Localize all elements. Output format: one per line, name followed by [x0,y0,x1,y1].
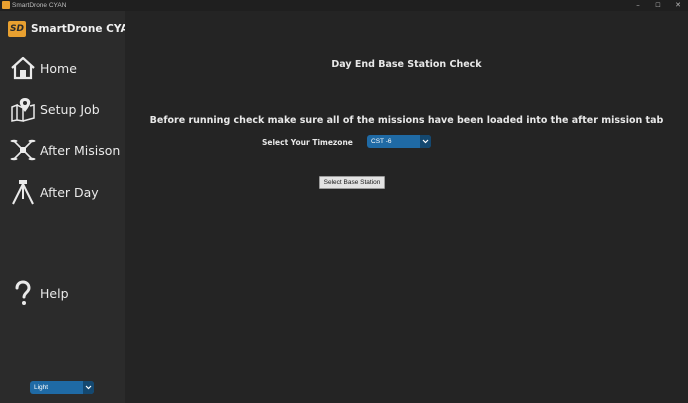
window-titlebar: SmartDrone CYAN – ☐ ✕ [0,0,688,11]
timezone-label: Select Your Timezone [262,138,353,147]
sidebar-item-after-day[interactable]: After Day [10,177,99,207]
appearance-mode-value: Light [34,384,49,391]
sidebar-item-after-mission[interactable]: After Misison [10,135,120,165]
sidebar-item-label: Setup Job [40,101,100,117]
app-logo: SD SmartDrone CYAN [8,21,137,37]
sidebar-item-label: After Misison [40,142,121,158]
sidebar: SD SmartDrone CYAN Home Setup Job After … [0,11,137,403]
sidebar-item-home[interactable]: Home [10,53,77,83]
timezone-select[interactable]: CST -6 [367,135,431,148]
map-pin-icon [10,96,36,122]
maximize-button[interactable]: ☐ [648,0,668,11]
app-icon [2,1,10,9]
instruction-text: Before running check make sure all of th… [149,115,664,126]
tripod-icon [10,179,36,205]
page-title: Day End Base Station Check [331,59,482,70]
chevron-down-icon[interactable] [83,381,94,394]
home-icon [10,55,36,81]
minimize-button[interactable]: – [628,0,648,11]
main-content: Day End Base Station Check Before runnin… [125,11,688,403]
app-name: SmartDrone CYAN [31,23,138,35]
chevron-down-icon[interactable] [420,135,431,148]
window-title: SmartDrone CYAN [12,2,67,9]
sidebar-item-help[interactable]: Help [10,278,69,308]
logo-icon: SD [8,21,26,37]
question-icon [10,280,36,306]
sidebar-item-label: Home [40,60,77,76]
sidebar-item-label: Help [40,285,69,301]
close-button[interactable]: ✕ [668,0,688,11]
sidebar-item-setup-job[interactable]: Setup Job [10,94,100,124]
sidebar-item-label: After Day [40,184,99,200]
select-base-station-button[interactable]: Select Base Station [319,176,385,189]
timezone-value: CST -6 [371,138,392,145]
drone-icon [10,137,36,163]
appearance-mode-select[interactable]: Light [30,381,94,394]
